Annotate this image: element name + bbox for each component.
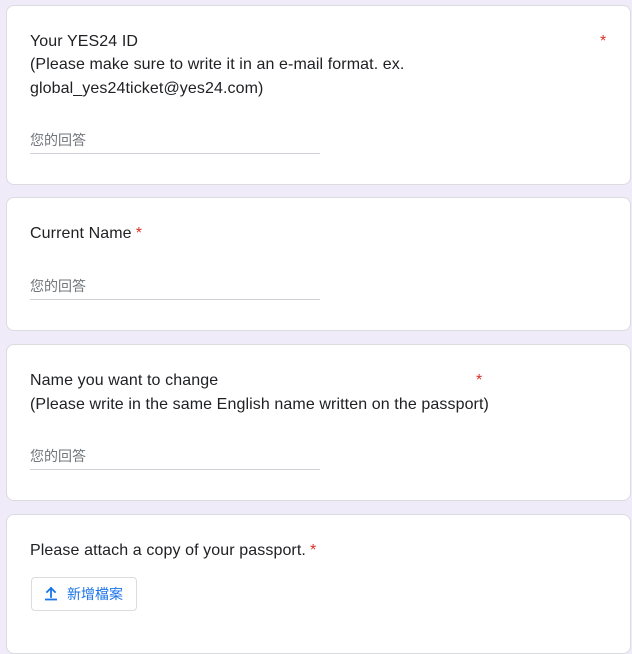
question-title: Current Name * [30,222,142,246]
question-title-line: (Please make sure to write it in an e-ma… [30,56,405,73]
question-title-line: Your YES24 ID [30,33,139,50]
question-card-new-name: Name you want to change (Please write in… [6,344,631,501]
required-asterisk: * [600,33,607,50]
add-file-label: 新增檔案 [67,587,123,603]
answer-placeholder: 您的回答 [30,279,86,295]
question-title-line: global_yes24ticket@yes24.com) [30,80,264,97]
yes24-id-input[interactable]: 您的回答 [30,129,320,154]
required-asterisk: * [309,542,317,559]
question-title-text: Please attach a copy of your passport. [30,542,306,559]
question-card-passport-upload: Please attach a copy of your passport. * … [6,514,631,654]
new-name-input[interactable]: 您的回答 [30,445,320,470]
question-title-line: Name you want to change [30,372,219,389]
question-title-text: Current Name [30,225,132,242]
required-asterisk: * [135,225,143,242]
question-title-line: (Please write in the same English name w… [30,396,489,413]
answer-placeholder: 您的回答 [30,133,86,149]
question-card-yes24-id: Your YES24 ID (Please make sure to write… [6,5,631,185]
required-asterisk: * [476,372,483,389]
current-name-input[interactable]: 您的回答 [30,275,320,300]
upload-icon [44,586,58,601]
question-card-current-name: Current Name * 您的回答 [6,197,631,331]
add-file-button[interactable]: 新增檔案 [31,577,137,611]
question-title: Please attach a copy of your passport. * [30,539,316,563]
answer-placeholder: 您的回答 [30,449,86,465]
